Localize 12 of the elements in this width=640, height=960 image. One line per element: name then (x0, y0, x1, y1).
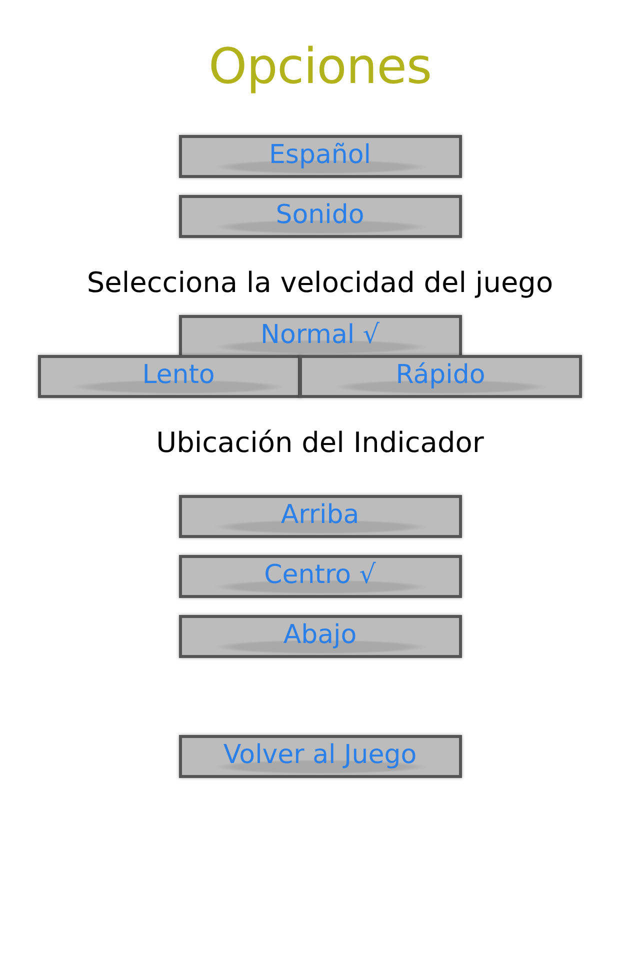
back-to-game-button[interactable]: Volver al Juego (178, 734, 462, 778)
sound-button[interactable]: Sonido (178, 194, 462, 238)
language-button[interactable]: Español (178, 134, 462, 178)
indicator-position-button[interactable]: Arriba (178, 494, 462, 538)
indicator-position-button[interactable]: Abajo (178, 614, 462, 658)
speed-option-button[interactable]: Normal √ (178, 314, 462, 358)
indicator-position-button[interactable]: Centro √ (178, 554, 462, 598)
page-title: Opciones (208, 38, 432, 97)
section-heading: Selecciona la velocidad del juego (86, 266, 554, 300)
speed-option-button[interactable]: Rápido (299, 354, 582, 398)
section-heading: Ubicación del Indicador (156, 426, 484, 460)
speed-option-button[interactable]: Lento (38, 354, 301, 398)
